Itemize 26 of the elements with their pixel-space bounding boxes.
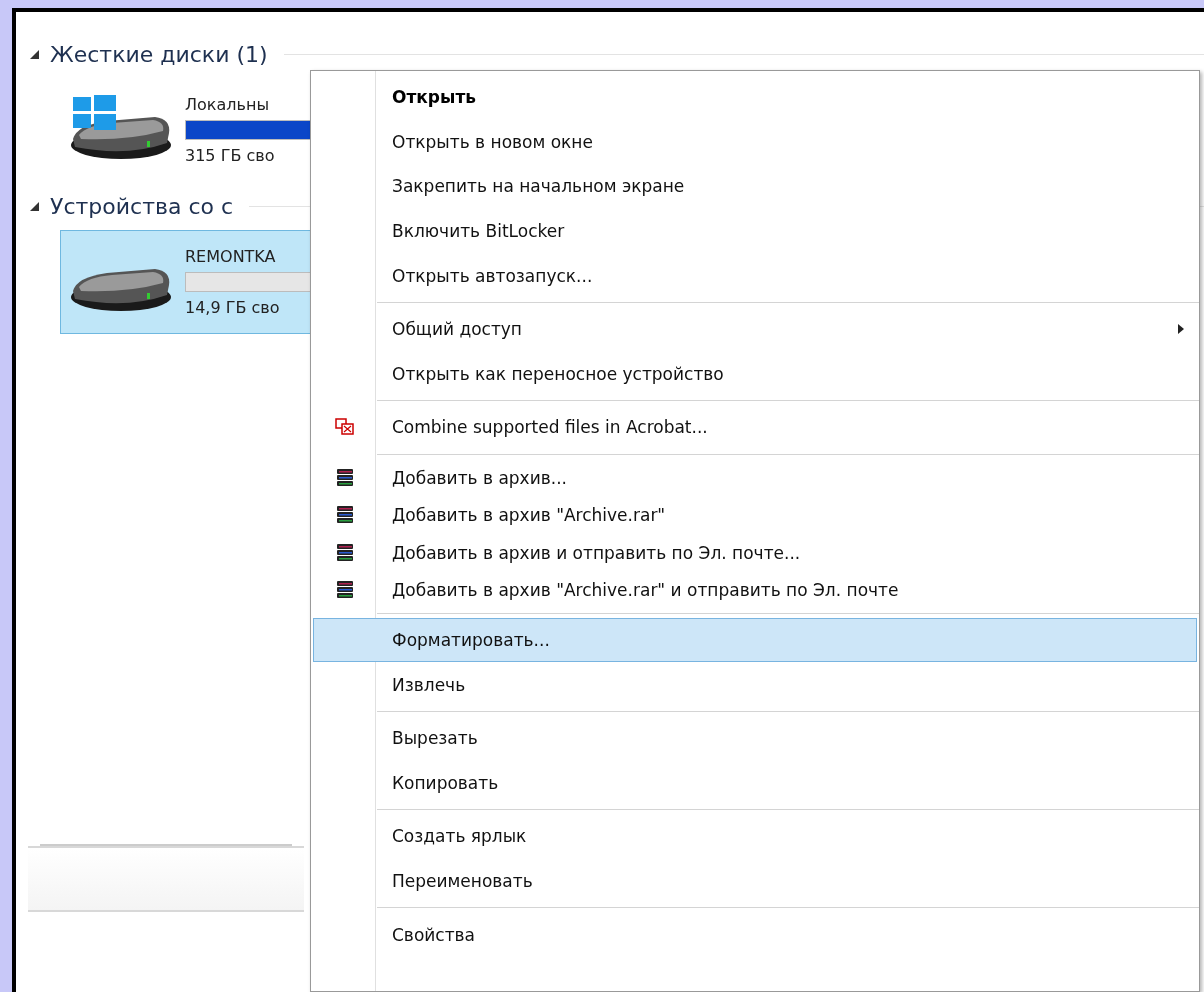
acrobat-icon [335, 418, 355, 437]
expanded-triangle-icon[interactable] [28, 200, 40, 212]
menu-item[interactable]: Добавить в архив и отправить по Эл. почте... [313, 533, 1197, 572]
group-title[interactable]: Устройства со с [50, 193, 234, 219]
menu-item[interactable]: Извлечь [313, 662, 1197, 707]
menu-item[interactable]: Добавить в архив "Archive.rar" и отправить по Эл. почте [313, 571, 1197, 609]
menu-item[interactable]: Свойства [313, 912, 1197, 957]
drive-name: Локальны [185, 95, 271, 114]
menu-item[interactable]: Добавить в архив "Archive.rar" [313, 496, 1197, 534]
menu-item[interactable]: Форматировать... [313, 617, 1197, 663]
books-stack-icon [335, 505, 355, 525]
menu-item[interactable]: Добавить в архив... [313, 458, 1197, 497]
books-stack-icon [335, 580, 355, 600]
menu-item[interactable]: Открыть как переносное устройство [313, 351, 1197, 397]
group-title[interactable]: Жесткие диски (1) [50, 41, 268, 67]
menu-item[interactable]: Вырезать [313, 715, 1197, 761]
menu-item[interactable]: Combine supported files in Acrobat... [313, 405, 1197, 450]
menu-item[interactable]: Создать ярлык [313, 814, 1197, 859]
free-space-text: 14,9 ГБ сво [185, 298, 281, 317]
free-space-text: 315 ГБ сво [185, 146, 276, 165]
drive-name: REMONTKA [185, 247, 277, 266]
menu-item[interactable]: Копировать [313, 760, 1197, 806]
books-stack-icon [335, 467, 355, 488]
menu-item[interactable]: Переименовать [313, 858, 1197, 904]
books-stack-icon [335, 542, 355, 563]
expanded-triangle-icon[interactable] [28, 48, 40, 60]
